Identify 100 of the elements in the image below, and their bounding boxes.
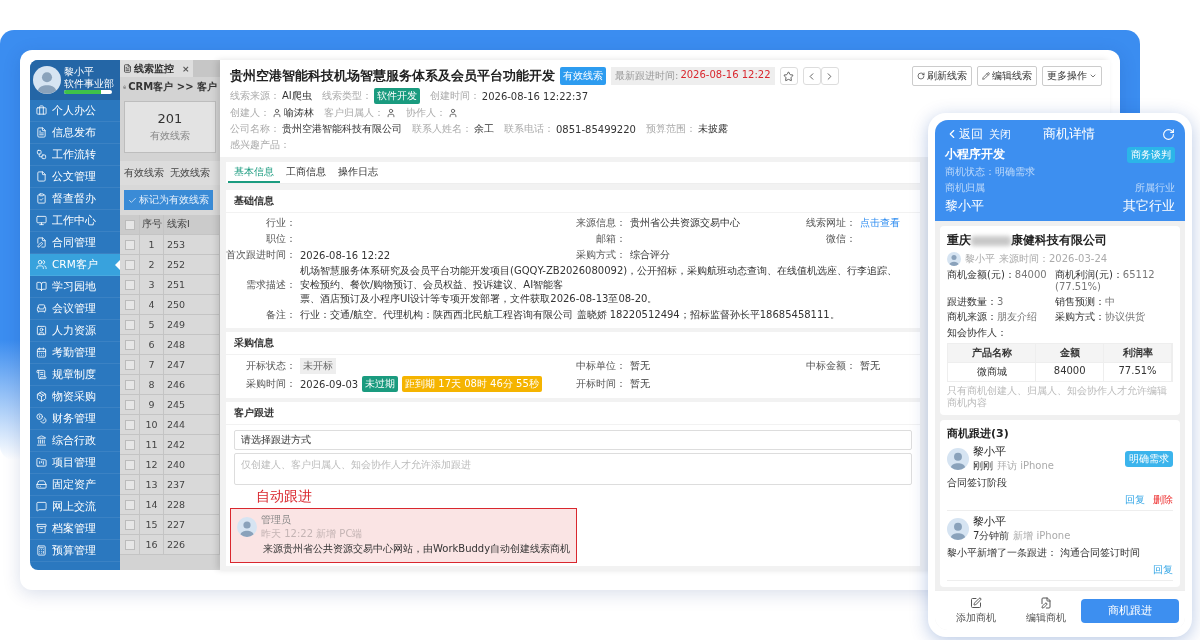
latest-follow-time: 2026-08-16 12:22 xyxy=(680,69,771,82)
field-label: 职位： xyxy=(265,232,297,246)
checkbox[interactable] xyxy=(124,359,135,370)
mark-valid-button[interactable]: 标记为有效线索 xyxy=(124,190,213,210)
owner-name: 黎小平 xyxy=(945,197,984,215)
table-cell: 16 xyxy=(140,535,164,554)
briefcase-icon xyxy=(36,105,47,116)
meta-value: 未披露 xyxy=(697,122,728,136)
source-time: 来源时间：2026-03-24 xyxy=(999,252,1108,266)
edit-button[interactable]: 编辑商机 xyxy=(1011,595,1081,626)
delete-link[interactable]: 删除 xyxy=(1153,493,1173,507)
previous-button[interactable] xyxy=(802,67,821,85)
detail-field: 商机来源：朋友介绍 xyxy=(947,311,1051,323)
section-title: 采购信息 xyxy=(226,332,920,355)
status-tag: 未过期 xyxy=(362,376,399,392)
people-icon xyxy=(36,259,47,270)
back-button[interactable]: 返回 xyxy=(945,125,983,143)
filter-tab[interactable]: 无效线索 xyxy=(170,166,210,180)
column-header: 利润率 xyxy=(1104,344,1172,362)
checkbox[interactable] xyxy=(124,279,135,290)
entry-text: 来源贵州省公共资源交易中心网站，由WorkBuddy自动创建线索商机 xyxy=(262,542,571,556)
close-button[interactable]: 关闭 xyxy=(989,126,1011,142)
screen-title: 商机详情 xyxy=(1043,125,1096,143)
user-name: 黎小平 xyxy=(64,66,95,77)
author-name: 黎小平 xyxy=(973,444,1007,459)
calculator-icon xyxy=(36,545,47,556)
detail-tab[interactable]: 基本信息 xyxy=(228,162,280,183)
table-cell: 微商城 xyxy=(948,362,1037,381)
checkbox[interactable] xyxy=(124,439,135,450)
breadcrumb: CRM客户 >> 客户 xyxy=(128,80,217,94)
redaction-mark xyxy=(971,235,1011,246)
owner-name: 黎小平 xyxy=(965,252,995,266)
chair-icon xyxy=(36,303,47,314)
reply-link[interactable]: 回复 xyxy=(1125,493,1145,507)
meta-label: 感兴趣产品： xyxy=(230,138,290,152)
field-label: 备注： xyxy=(265,308,297,322)
filter-tab[interactable]: 有效线索 xyxy=(124,166,164,180)
field-value: 暂无 xyxy=(860,359,880,373)
checkbox[interactable] xyxy=(124,339,135,350)
action-button[interactable]: 更多操作 xyxy=(1042,66,1102,86)
table-cell: 11 xyxy=(140,435,164,454)
checkbox[interactable] xyxy=(124,219,135,230)
checkbox[interactable] xyxy=(124,239,135,250)
checkbox[interactable] xyxy=(124,259,135,270)
checkbox[interactable] xyxy=(124,459,135,470)
workflow-icon xyxy=(36,149,47,160)
field-value: 2026-09-03 xyxy=(300,378,359,390)
checkbox[interactable] xyxy=(124,419,135,430)
field-value: 贵州省公共资源交易中心 xyxy=(630,216,740,230)
checkbox[interactable] xyxy=(124,379,135,390)
home-icon xyxy=(123,82,127,92)
follow-method-select[interactable]: 请选择跟进方式 xyxy=(234,430,912,450)
field-label: 需求描述： xyxy=(245,278,297,292)
detail-field: 商机利润(元)：65112 (77.51%) xyxy=(1055,269,1173,293)
favorite-button[interactable] xyxy=(779,67,798,85)
table-cell: 10 xyxy=(140,415,164,434)
meta-value: 2026-08-16 12:22:37 xyxy=(481,90,588,102)
action-button[interactable]: 编辑线索 xyxy=(977,66,1037,86)
field-label: 开标状态： xyxy=(245,359,297,373)
meta-label: 创建人： xyxy=(230,106,270,120)
stage-badge: 商务谈判 xyxy=(1127,146,1175,163)
sidebar-item[interactable]: CRM客户 xyxy=(30,254,120,276)
opportunity-status: 商机状态：明确需求 xyxy=(945,165,1036,179)
meta-value: 贵州空港智能科技有限公司 xyxy=(282,122,402,136)
field-label: 开标时间： xyxy=(575,377,627,391)
follow-button[interactable]: 商机跟进 xyxy=(1081,598,1179,623)
checkbox[interactable] xyxy=(124,479,135,490)
checkbox[interactable] xyxy=(124,539,135,550)
table-cell: 1 xyxy=(140,235,164,254)
close-icon[interactable]: × xyxy=(182,63,190,74)
file-pen-icon xyxy=(1040,596,1052,609)
status-tag: 距到期 17天 08时 46分 55秒 xyxy=(402,376,542,392)
table-cell: 9 xyxy=(140,395,164,414)
detail-tab[interactable]: 工商信息 xyxy=(280,162,332,183)
avatar xyxy=(947,517,969,540)
checkbox[interactable] xyxy=(124,299,135,310)
chat-icon xyxy=(36,501,47,512)
checkbox[interactable] xyxy=(124,499,135,510)
latest-follow-label: 最新跟进时间: xyxy=(615,69,679,83)
detail-tab[interactable]: 操作日志 xyxy=(332,162,384,183)
add-button[interactable]: 添加商机 xyxy=(941,595,1011,626)
checkbox[interactable] xyxy=(124,399,135,410)
refresh-icon[interactable] xyxy=(1162,127,1175,141)
reply-link[interactable]: 回复 xyxy=(1153,563,1173,577)
checkbox[interactable] xyxy=(124,319,135,330)
person-icon xyxy=(386,108,396,118)
field-value: 行业：交通/航空。代理机构：陕西西北民航工程咨询有限公司 盖晓娇 18220512494；招标监督孙长平18685458111。 xyxy=(300,308,841,322)
person-icon xyxy=(272,108,282,118)
meta-label: 预算范围： xyxy=(645,122,696,136)
industry-label: 所属行业 xyxy=(1135,181,1175,195)
table-cell: 2 xyxy=(140,255,164,274)
page-tab[interactable]: 线索监控 × xyxy=(120,60,193,77)
view-link[interactable]: 点击查看 xyxy=(860,216,900,230)
checkbox[interactable] xyxy=(124,519,135,530)
meta-label: 公司名称： xyxy=(230,122,280,136)
column-header: 金额 xyxy=(1036,344,1105,362)
meta-label: 创建时间： xyxy=(429,89,480,103)
next-button[interactable] xyxy=(820,67,839,85)
user-department: 软件事业部 xyxy=(64,78,114,89)
action-button[interactable]: 刷新线索 xyxy=(912,66,972,86)
